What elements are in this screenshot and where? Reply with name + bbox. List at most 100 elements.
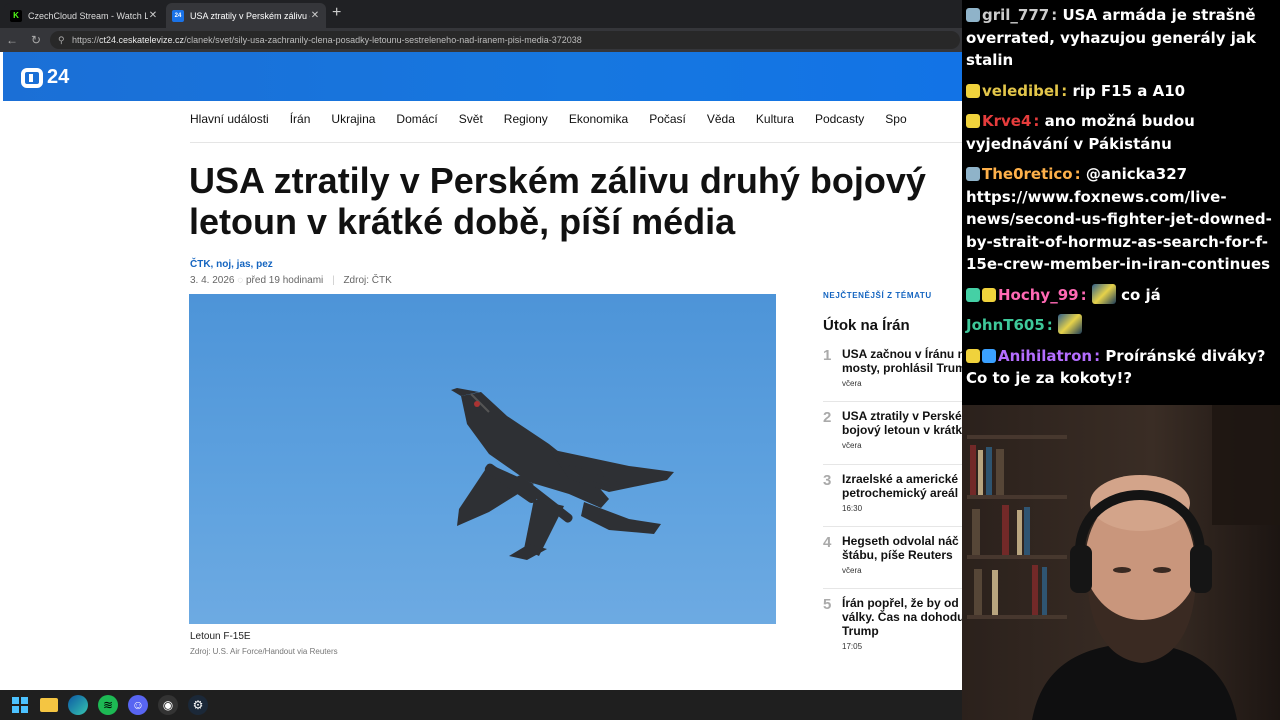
chat-username[interactable]: JohnT605: [966, 316, 1045, 334]
sidebar-article-4[interactable]: 4 Hegseth odvolal náč štábu, píše Reuters…: [823, 534, 962, 580]
chat-message: JohnT605:: [966, 314, 1276, 337]
chat-message: veledibel: rip F15 a A10: [966, 80, 1276, 103]
back-icon[interactable]: ←: [0, 33, 24, 47]
nav-item[interactable]: Domácí: [396, 112, 437, 132]
windows-taskbar: ≋ ☺ ◉ ⚙: [0, 690, 962, 720]
chat-colon: :: [1074, 165, 1086, 183]
nav-item[interactable]: Kultura: [756, 112, 794, 132]
nav-item[interactable]: Ukrajina: [331, 112, 375, 132]
sidebar-article-time: 17:05: [842, 642, 863, 651]
address-bar[interactable]: ⚲ https://ct24.ceskatelevize.cz/clanek/s…: [50, 31, 960, 49]
tab-title: CzechCloud Stream - Watch Live o: [28, 10, 148, 21]
nav-item[interactable]: Věda: [707, 112, 735, 132]
url-path: /clanek/svet/sily-usa-zachranily-clena-p…: [184, 35, 582, 45]
chat-badge-icon: [982, 287, 996, 302]
sidebar-article-title: Hegseth odvolal náč štábu, píše Reuters: [842, 534, 959, 562]
browser-toolbar: ← ↻ ⚲ https://ct24.ceskatelevize.cz/clan…: [0, 28, 962, 52]
nav-item[interactable]: Svět: [459, 112, 483, 132]
sidebar-divider: [823, 588, 962, 589]
photo-credit: Zdroj: U.S. Air Force/Handout via Reuter…: [190, 647, 338, 656]
chat-username[interactable]: Hochy_99: [998, 286, 1079, 304]
chat-username[interactable]: veledibel: [982, 82, 1059, 100]
chat-badge-icon: [966, 287, 980, 302]
ct24-logo[interactable]: 24: [21, 66, 69, 89]
url-domain: ct24.ceskatelevize.cz: [99, 35, 185, 45]
kick-favicon-icon: K: [10, 9, 22, 22]
rank-number: 3: [823, 472, 832, 489]
chat-badge-icon: [966, 167, 980, 181]
reload-icon[interactable]: ↻: [24, 33, 48, 47]
chat-emote-icon: [1058, 314, 1083, 334]
sidebar-title[interactable]: Útok na Írán: [823, 317, 910, 334]
chat-text: rip F15 a A10: [1072, 81, 1186, 100]
chat-message: gril_777: USA armáda je strašně overrate…: [966, 4, 1276, 72]
chat-message: Hochy_99: co já: [966, 283, 1276, 307]
nav-divider: [190, 142, 962, 143]
chat-badge-icon: [966, 83, 980, 98]
sidebar-article-5[interactable]: 5 Írán popřel, že by od války. Čas na doh…: [823, 596, 962, 656]
site-header: 24: [3, 52, 962, 101]
site-info-icon[interactable]: ⚲: [58, 31, 65, 49]
article-photo[interactable]: [189, 294, 776, 624]
chat-badge-icon: [966, 114, 980, 128]
meta-separator: |: [332, 275, 335, 286]
sidebar-divider: [823, 464, 962, 465]
chat-badge-icon: [966, 8, 980, 22]
sidebar-article-1[interactable]: 1 USA začnou v Íránu n mosty, prohlásil T…: [823, 347, 962, 393]
sidebar-article-time: včera: [842, 566, 862, 575]
chat-colon: :: [1051, 6, 1063, 24]
ct24-favicon-icon: 24: [172, 9, 184, 22]
nav-item[interactable]: Spo: [885, 112, 906, 132]
chat-username[interactable]: gril_777: [982, 6, 1049, 24]
fighter-jet-image: [451, 388, 674, 560]
chat-colon: :: [1080, 285, 1092, 304]
chat-badge-icon: [966, 348, 980, 363]
article-ago: před 19 hodinami: [246, 275, 324, 286]
tab-ct24-article[interactable]: 24 USA ztratily v Perském zálivu druh ✕: [166, 3, 326, 28]
nav-item[interactable]: Ekonomika: [569, 112, 628, 132]
chat-message: Anihilatron: Proíránské diváky? Co to je…: [966, 345, 1276, 390]
obs-icon[interactable]: ◉: [158, 695, 178, 715]
steam-icon[interactable]: ⚙: [188, 695, 208, 715]
webcam-image: [962, 405, 1280, 720]
rank-number: 2: [823, 409, 832, 426]
close-tab-icon[interactable]: ✕: [148, 10, 158, 21]
close-tab-icon[interactable]: ✕: [310, 10, 320, 21]
edge-icon[interactable]: [68, 695, 88, 715]
article-headline: USA ztratily v Perském zálivu druhý bojo…: [189, 160, 926, 242]
nav-item[interactable]: Írán: [290, 112, 311, 132]
sidebar-divider: [823, 401, 962, 402]
chat-username[interactable]: The0retico: [982, 165, 1073, 183]
browser-window: K CzechCloud Stream - Watch Live o ✕ 24 …: [0, 0, 962, 690]
tab-czechcloud[interactable]: K CzechCloud Stream - Watch Live o ✕: [4, 3, 164, 28]
nav-item[interactable]: Počasí: [649, 112, 686, 132]
url-prefix: https://: [72, 35, 100, 45]
sidebar-divider: [823, 526, 962, 527]
chat-emote-icon: [1091, 283, 1116, 304]
chat-username[interactable]: Anihilatron: [998, 347, 1092, 365]
nav-item[interactable]: Regiony: [504, 112, 548, 132]
chat-message: The0retico: @anicka327 https://www.foxne…: [966, 163, 1276, 276]
chat-text: co já: [1121, 285, 1161, 304]
article-date: 3. 4. 2026: [190, 275, 235, 286]
article-authors[interactable]: ČTK, noj, jas, pez: [190, 259, 273, 270]
discord-icon[interactable]: ☺: [128, 695, 148, 715]
article-meta: 3. 4. 2026 ◌ před 19 hodinami | Zdroj: Č…: [190, 275, 392, 286]
windows-start-icon[interactable]: [10, 695, 30, 715]
stream-chat: gril_777: USA armáda je strašně overrate…: [962, 0, 1280, 405]
file-explorer-icon[interactable]: [40, 698, 58, 712]
nav-item[interactable]: Podcasty: [815, 112, 864, 132]
chat-message: Krve4: ano možná budou vyjednávání v Pák…: [966, 110, 1276, 155]
sidebar-article-2[interactable]: 2 USA ztratily v Perské bojový letoun v k…: [823, 409, 962, 455]
spotify-icon[interactable]: ≋: [98, 695, 118, 715]
ct-logo-icon: [21, 67, 43, 88]
chat-username[interactable]: Krve4: [982, 112, 1031, 130]
sidebar-article-time: 16:30: [842, 504, 863, 513]
main-nav: Hlavní události Írán Ukrajina Domácí Svět Reg…: [190, 112, 928, 132]
sidebar-article-title: USA začnou v Íránu n mosty, prohlásil Tr…: [842, 347, 962, 375]
nav-item[interactable]: Hlavní události: [190, 112, 269, 132]
sidebar-article-title: Írán popřel, že by od války. Čas na doho…: [842, 596, 962, 638]
sidebar-article-title: Izraelské a americké petrochemický areál: [842, 472, 959, 500]
new-tab-icon[interactable]: +: [332, 5, 341, 21]
sidebar-article-3[interactable]: 3 Izraelské a americké petrochemický areá…: [823, 472, 962, 518]
